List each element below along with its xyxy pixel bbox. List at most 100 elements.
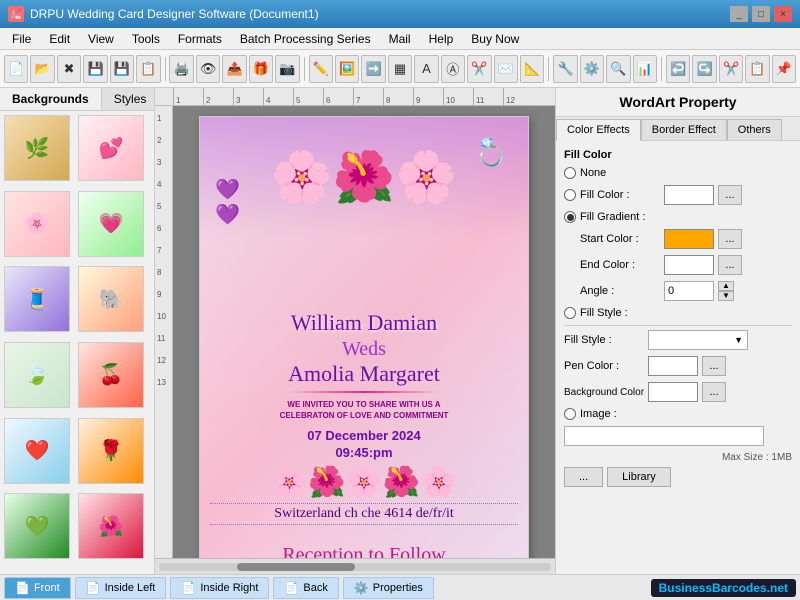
status-tab-front-label: Front [34, 582, 60, 594]
menu-edit[interactable]: Edit [41, 30, 78, 48]
list-item[interactable]: 💕 [78, 115, 144, 181]
bg-color-swatch[interactable] [648, 382, 698, 402]
fill-color-swatch[interactable] [664, 185, 714, 205]
template-button[interactable]: 📋 [136, 55, 160, 83]
pen-color-label: Pen Color : [564, 360, 644, 372]
clipart-button[interactable]: ✂️ [467, 55, 491, 83]
open-button[interactable]: 📂 [30, 55, 54, 83]
menu-tools[interactable]: Tools [124, 30, 168, 48]
menu-buynow[interactable]: Buy Now [463, 30, 527, 48]
angle-down-btn[interactable]: ▼ [718, 291, 734, 301]
radio-fill-gradient[interactable] [564, 211, 576, 223]
tab-border-effect[interactable]: Border Effect [641, 119, 727, 140]
paste-button[interactable]: 📌 [772, 55, 796, 83]
list-item[interactable]: 🌺 [78, 493, 144, 559]
radio-fill-color[interactable] [564, 189, 576, 201]
bottom-buttons: ... Library [564, 467, 792, 487]
undo-button[interactable]: ↩️ [666, 55, 690, 83]
menu-formats[interactable]: Formats [170, 30, 230, 48]
radio-image[interactable] [564, 408, 576, 420]
separator-4 [661, 57, 662, 81]
radio-fill-style[interactable] [564, 307, 576, 319]
close-doc-button[interactable]: ✖ [57, 55, 81, 83]
redo-button[interactable]: ↪️ [692, 55, 716, 83]
dots-button[interactable]: ... [564, 467, 603, 487]
brand-text: BusinessBarcodes [659, 581, 767, 595]
gift-button[interactable]: 🎁 [249, 55, 273, 83]
fill-style-label: Fill Style : [564, 334, 644, 346]
list-item[interactable]: 🌸 [4, 191, 70, 257]
tab-backgrounds[interactable]: Backgrounds [0, 88, 102, 110]
text-button[interactable]: A [414, 55, 438, 83]
image-button[interactable]: 🖼️ [335, 55, 359, 83]
tool3-button[interactable]: 🔍 [606, 55, 630, 83]
status-tab-properties[interactable]: ⚙️ Properties [343, 577, 434, 599]
library-button[interactable]: Library [607, 467, 671, 487]
status-tab-front[interactable]: 📄 Front [4, 577, 71, 599]
minimize-button[interactable]: _ [730, 6, 748, 22]
list-item[interactable]: 🧵 [4, 266, 70, 332]
start-color-swatch[interactable] [664, 229, 714, 249]
cut-button[interactable]: ✂️ [719, 55, 743, 83]
save-button[interactable]: 💾 [83, 55, 107, 83]
image-path-input[interactable] [564, 426, 764, 446]
camera-button[interactable]: 📷 [275, 55, 299, 83]
radio-none[interactable] [564, 167, 576, 179]
list-item[interactable]: ❤️ [4, 418, 70, 484]
list-item[interactable]: 🐘 [78, 266, 144, 332]
list-item[interactable]: 🌹 [78, 418, 144, 484]
copy-button[interactable]: 📋 [745, 55, 769, 83]
bg-color-picker-btn[interactable]: ... [702, 382, 726, 402]
angle-row: Angle : ▲ ▼ [564, 281, 792, 301]
tab-color-effects[interactable]: Color Effects [556, 119, 641, 141]
symbol-button[interactable]: ✉️ [494, 55, 518, 83]
list-item[interactable]: 🍃 [4, 342, 70, 408]
brand-ext: .net [767, 581, 788, 595]
tool1-button[interactable]: 🔧 [553, 55, 577, 83]
status-bar: 📄 Front 📄 Inside Left 📄 Inside Right 📄 B… [0, 574, 800, 600]
tab-styles[interactable]: Styles [102, 88, 155, 110]
status-tab-inside-left[interactable]: 📄 Inside Left [75, 577, 167, 599]
fill-style-dropdown[interactable]: ▼ [648, 330, 748, 350]
list-item[interactable]: 🌿 [4, 115, 70, 181]
barcode-button[interactable]: ▦ [388, 55, 412, 83]
pen-button[interactable]: ✏️ [309, 55, 333, 83]
preview-button[interactable]: 👁 [196, 55, 220, 83]
tab-others[interactable]: Others [727, 119, 782, 140]
new-button[interactable]: 📄 [4, 55, 28, 83]
arrow-button[interactable]: ➡️ [361, 55, 385, 83]
angle-up-btn[interactable]: ▲ [718, 281, 734, 291]
pen-color-swatch[interactable] [648, 356, 698, 376]
pen-color-picker-btn[interactable]: ... [702, 356, 726, 376]
tool2-button[interactable]: ⚙️ [580, 55, 604, 83]
list-item[interactable]: 💚 [4, 493, 70, 559]
menu-help[interactable]: Help [421, 30, 462, 48]
menu-mail[interactable]: Mail [381, 30, 419, 48]
canvas-scroll[interactable]: 🌸🌺🌸 💍 💜💜 William Damian Weds Amolia Marg… [173, 106, 555, 558]
menu-batch[interactable]: Batch Processing Series [232, 30, 379, 48]
wordart-button[interactable]: Ⓐ [441, 55, 465, 83]
list-item[interactable]: 🍒 [78, 342, 144, 408]
end-color-picker-btn[interactable]: ... [718, 255, 742, 275]
window-controls[interactable]: _ □ × [730, 6, 792, 22]
menu-view[interactable]: View [80, 30, 122, 48]
end-color-swatch[interactable] [664, 255, 714, 275]
horizontal-scrollbar[interactable] [155, 558, 555, 574]
menu-file[interactable]: File [4, 30, 39, 48]
card-name2: Amolia Margaret [220, 361, 508, 387]
fill-color-picker-btn[interactable]: ... [718, 185, 742, 205]
wedding-card[interactable]: 🌸🌺🌸 💍 💜💜 William Damian Weds Amolia Marg… [199, 116, 529, 558]
angle-input[interactable] [664, 281, 714, 301]
close-button[interactable]: × [774, 6, 792, 22]
status-tab-back[interactable]: 📄 Back [273, 577, 338, 599]
save-all-button[interactable]: 💾 [110, 55, 134, 83]
export-button[interactable]: 📤 [222, 55, 246, 83]
status-tab-inside-right[interactable]: 📄 Inside Right [170, 577, 269, 599]
list-item[interactable]: 💗 [78, 191, 144, 257]
ruler-horizontal: 1 2 3 4 5 6 7 8 9 10 11 12 [155, 88, 555, 106]
tool4-button[interactable]: 📊 [633, 55, 657, 83]
shape-button[interactable]: 📐 [520, 55, 544, 83]
maximize-button[interactable]: □ [752, 6, 770, 22]
print-button[interactable]: 🖨️ [169, 55, 193, 83]
start-color-picker-btn[interactable]: ... [718, 229, 742, 249]
